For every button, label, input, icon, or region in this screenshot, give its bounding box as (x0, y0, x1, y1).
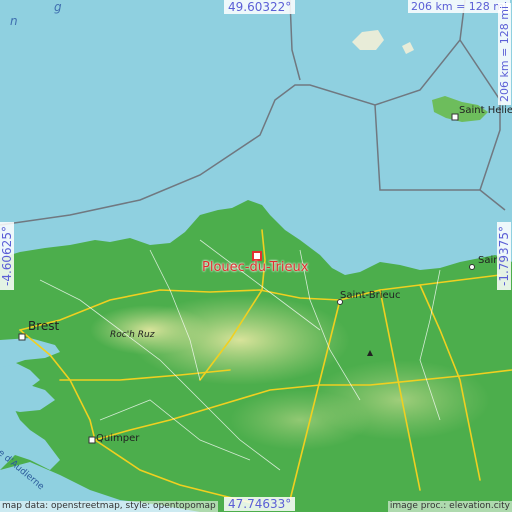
map-canvas (0, 0, 512, 512)
coord-right-label: -1.79375° (497, 222, 511, 290)
sea-label-n: n (10, 14, 18, 28)
coord-top-label: 49.60322° (224, 0, 296, 14)
scale-horizontal: 206 km = 128 mi (408, 0, 511, 13)
terrain-label-roch-ruz: Roc'h Ruz (110, 330, 155, 340)
coord-bottom-label: 47.74633° (224, 497, 296, 511)
quimper-point (88, 436, 96, 444)
city-label-saint-helier: Saint Helier (459, 105, 512, 116)
map-view[interactable]: n g Plouec-du-Trieux Brest Quimper Saint… (0, 0, 512, 512)
highland-south (230, 390, 370, 450)
city-label-brest: Brest (28, 319, 60, 333)
coord-left-label: -4.60625° (0, 222, 14, 290)
brest-point (18, 333, 26, 341)
credit-image-proc: image proc.: elevation.city (387, 501, 512, 512)
scale-vertical: 206 km = 128 mi (498, 2, 511, 105)
city-label-saint-brieuc: Saint-Brieuc (340, 290, 401, 301)
saint-malo-point (469, 264, 475, 270)
city-label-quimper: Quimper (96, 433, 140, 444)
credit-map-data: map data: openstreetmap, style: opentopo… (0, 501, 218, 512)
saint-helier-point (451, 113, 459, 121)
location-marker-icon[interactable] (252, 251, 262, 261)
sea-label-g: g (54, 0, 62, 14)
marker-label[interactable]: Plouec-du-Trieux (202, 260, 308, 275)
